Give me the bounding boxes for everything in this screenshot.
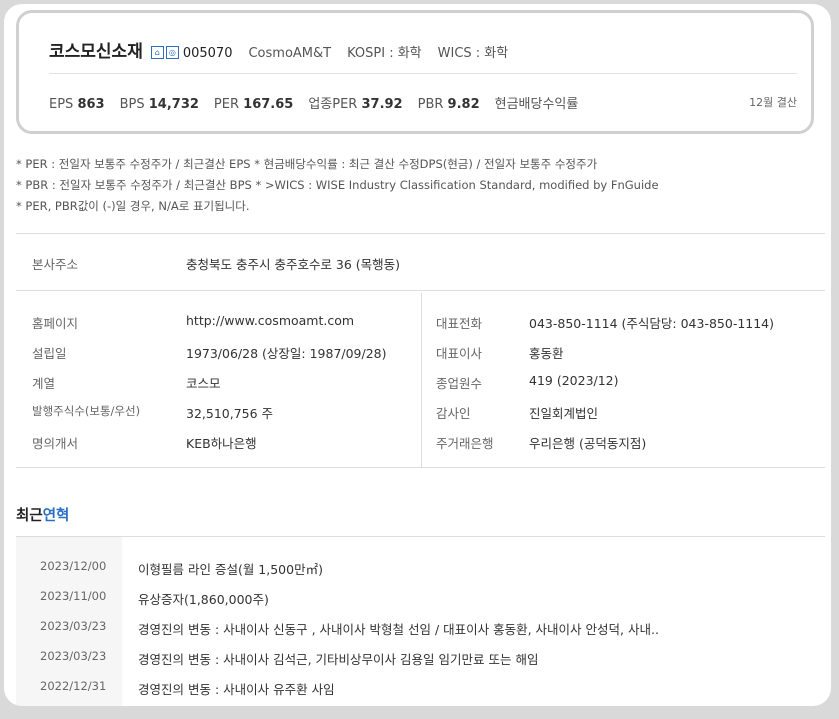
stat-pbr: PBR 9.82 [417,97,480,112]
footnote: * PBR : 전일자 보통주 수정주가 / 최근결산 BPS * >WICS … [16,178,659,192]
company-info-table: 홈페이지 http://www.cosmoamt.com 설립일 1973/06… [16,293,825,468]
market-sector: KOSPI : 화학 [347,46,422,61]
home-icon[interactable]: ⌂ [150,46,164,59]
footnote: * PER : 전일자 보통주 수정주가 / 최근결산 EPS * 현금배당수익… [16,157,598,171]
company-overview-panel: 코스모신소재 ⌂ ◎ 005070 CosmoAM&T KOSPI : 화학 W… [4,4,831,706]
summary-box: 코스모신소재 ⌂ ◎ 005070 CosmoAM&T KOSPI : 화학 W… [16,10,814,134]
history-text: 경영진의 변동 : 사내이사 김석근, 기타비상무이사 김용일 임기만료 또는 … [138,652,539,667]
wics-sector: WICS : 화학 [437,46,509,61]
history-heading: 최근연혁 [16,508,70,524]
history-text: 경영진의 변동 : 사내이사 신동구 , 사내이사 박형철 선임 / 대표이사 … [138,622,659,637]
company-name: 코스모신소재 [49,42,143,62]
stat-bps: BPS 14,732 [119,97,199,112]
stat-industry-per: 업종PER 37.92 [308,97,403,112]
stock-code: 005070 [182,46,233,61]
divider [49,73,797,74]
history-date: 2023/12/00 [40,559,107,573]
footnote: * PER, PBR값이 (-)일 경우, N/A로 표기됩니다. [16,199,250,213]
valuation-stats: EPS 863 BPS 14,732 PER 167.65 업종PER 37.9… [49,93,593,112]
history-text: 유상증자(1,860,000주) [138,592,269,607]
stat-dividend-yield: 현금배당수익률 [494,97,579,112]
footnotes: * PER : 전일자 보통주 수정주가 / 최근결산 EPS * 현금배당수익… [16,154,659,217]
settlement-month: 12월 결산 [749,96,797,109]
english-name: CosmoAM&T [248,46,332,61]
history-table: 2023/12/00 이형필름 라인 증설(월 1,500만㎡) 2023/11… [16,536,825,706]
column-divider [421,293,422,467]
address-value: 충청북도 충주시 충주호수로 36 (목행동) [186,257,401,272]
address-label: 본사주소 [32,257,79,272]
address-row: 본사주소 충청북도 충주시 충주호수로 36 (목행동) [16,233,825,291]
history-text: 경영진의 변동 : 사내이사 유주환 사임 [138,682,335,697]
history-date: 2023/03/23 [40,619,107,633]
stat-eps: EPS 863 [49,97,105,112]
history-date: 2023/11/00 [40,589,107,603]
homepage-link[interactable]: http://www.cosmoamt.com [186,313,354,328]
company-header: 코스모신소재 ⌂ ◎ 005070 CosmoAM&T KOSPI : 화학 W… [49,37,508,62]
stat-per: PER 167.65 [213,97,294,112]
info-icon[interactable]: ◎ [165,46,179,59]
history-date: 2022/12/31 [40,679,107,693]
history-text: 이형필름 라인 증설(월 1,500만㎡) [138,562,323,577]
history-date: 2023/03/23 [40,649,107,663]
